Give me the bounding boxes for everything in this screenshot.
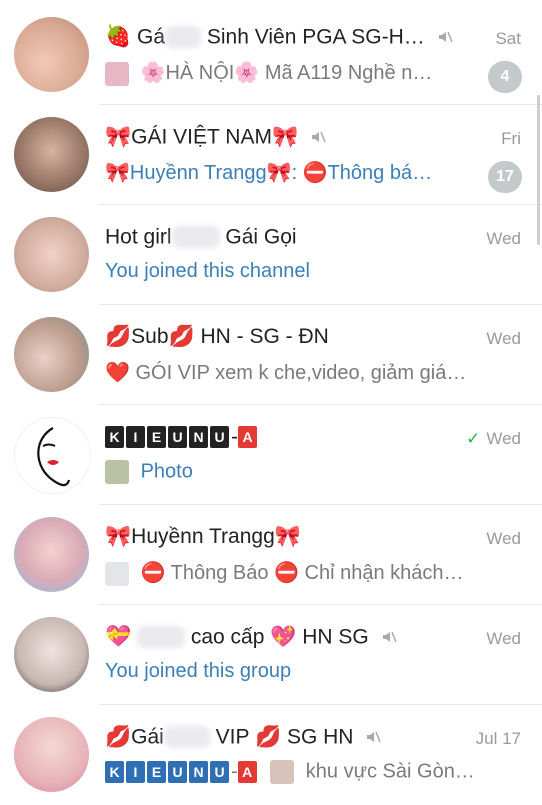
title-letter-tile: A [238,426,257,449]
chat-subtitle: ⛔ Thông Báo ⛔ Chỉ nhận khách… [105,560,464,590]
avatar [14,417,91,494]
title-letter-tile: K [105,426,124,449]
subtitle-letter-tile: E [147,761,166,783]
muted-icon [382,632,397,643]
chat-time: Sat [495,29,521,48]
muted-icon [438,32,453,43]
scrollbar[interactable] [537,95,540,245]
chat-title: 💋Gái VIP 💋 SG HN [105,725,382,755]
chat-time: Wed [486,629,521,648]
chat-subtitle: Photo [105,460,193,490]
heart-ribbon-icon: 💝 [105,625,132,649]
chat-row-3[interactable]: Hot girl Gái Gọi Wed You joined this cha… [0,205,542,305]
chat-time: Wed [486,229,521,248]
avatar [14,17,89,92]
photo-thumbnail [105,460,129,484]
title-letter-tile: U [210,426,229,449]
chat-subtitle: 🌸HÀ NỘI🌸 Mã A119 Nghề n… [105,60,432,90]
subtitle-letter-tile: N [189,761,208,783]
chat-time: Wed [486,329,521,348]
title-letter-tile: N [189,426,208,449]
chat-row-1[interactable]: 🍓 Gá Sinh Viên PGA SG-H… Sat 🌸HÀ NỘI🌸 Mã… [0,5,542,105]
unread-badge: 4 [488,61,522,93]
face-logo-icon [37,427,71,487]
chat-row-6[interactable]: 🎀Huyềnn Trangg🎀 Wed ⛔ Thông Báo ⛔ Chỉ nh… [0,505,542,605]
title-letter-tile: U [168,426,187,449]
avatar [14,117,89,192]
chat-title: 💝 cao cấp 💖 HN SG [105,625,397,655]
subtitle-letter-tile: A [237,761,257,783]
subtitle-letter-tile: I [126,761,145,783]
media-thumbnail [105,61,129,86]
chat-time: Jul 17 [475,729,521,748]
chat-row-7[interactable]: 💝 cao cấp 💖 HN SG Wed You joined this gr… [0,605,542,705]
chat-row-4[interactable]: 💋Sub💋 HN - SG - ĐN Wed ❤️ GÓI VIP xem k … [0,305,542,405]
strawberry-icon: 🍓 [105,25,132,49]
avatar [14,317,89,392]
subtitle-letter-tile: U [168,761,187,783]
muted-icon [311,132,326,143]
muted-icon [367,732,382,743]
chat-subtitle: ❤️ GÓI VIP xem k che,video, giảm giá… [105,362,467,384]
chat-subtitle: You joined this channel [105,260,310,282]
chat-time: ✓ Wed [466,429,521,448]
chat-time: Wed [486,529,521,548]
unread-badge: 17 [488,161,522,193]
title-letter-tile: E [147,426,166,449]
title-letter-tile: I [126,426,145,449]
chat-subtitle: You joined this group [105,660,292,682]
avatar [14,217,89,292]
avatar [14,617,89,692]
chat-title: KIEUNU-A [105,425,259,455]
chat-row-5[interactable]: KIEUNU-A ✓ Wed Photo [0,405,542,505]
media-thumbnail [270,760,295,784]
chat-title: 💋Sub💋 HN - SG - ĐN [105,325,329,348]
avatar [14,517,89,592]
chat-title: 🎀Huyềnn Trangg🎀 [105,525,301,548]
sent-check-icon: ✓ [466,429,481,448]
chat-row-8[interactable]: 💋Gái VIP 💋 SG HN Jul 17 KIEUNU-A khu vực… [0,705,542,805]
chat-title: 🎀GÁI VIỆT NAM🎀 [105,125,326,155]
chat-title: 🍓 Gá Sinh Viên PGA SG-H… [105,25,453,55]
subtitle-letter-tile: K [105,761,124,783]
media-thumbnail [105,561,129,586]
subtitle-letter-tile: U [210,761,229,783]
chat-subtitle: 🎀Huyềnn Trangg🎀: ⛔Thông bá… [105,162,433,184]
chat-time: Fri [501,129,521,148]
avatar [14,717,89,792]
chat-subtitle: KIEUNU-A khu vực Sài Gòn… [105,760,475,790]
chat-row-2[interactable]: 🎀GÁI VIỆT NAM🎀 Fri 🎀Huyềnn Trangg🎀: ⛔Thô… [0,105,542,205]
chat-title: Hot girl Gái Gọi [105,225,297,249]
